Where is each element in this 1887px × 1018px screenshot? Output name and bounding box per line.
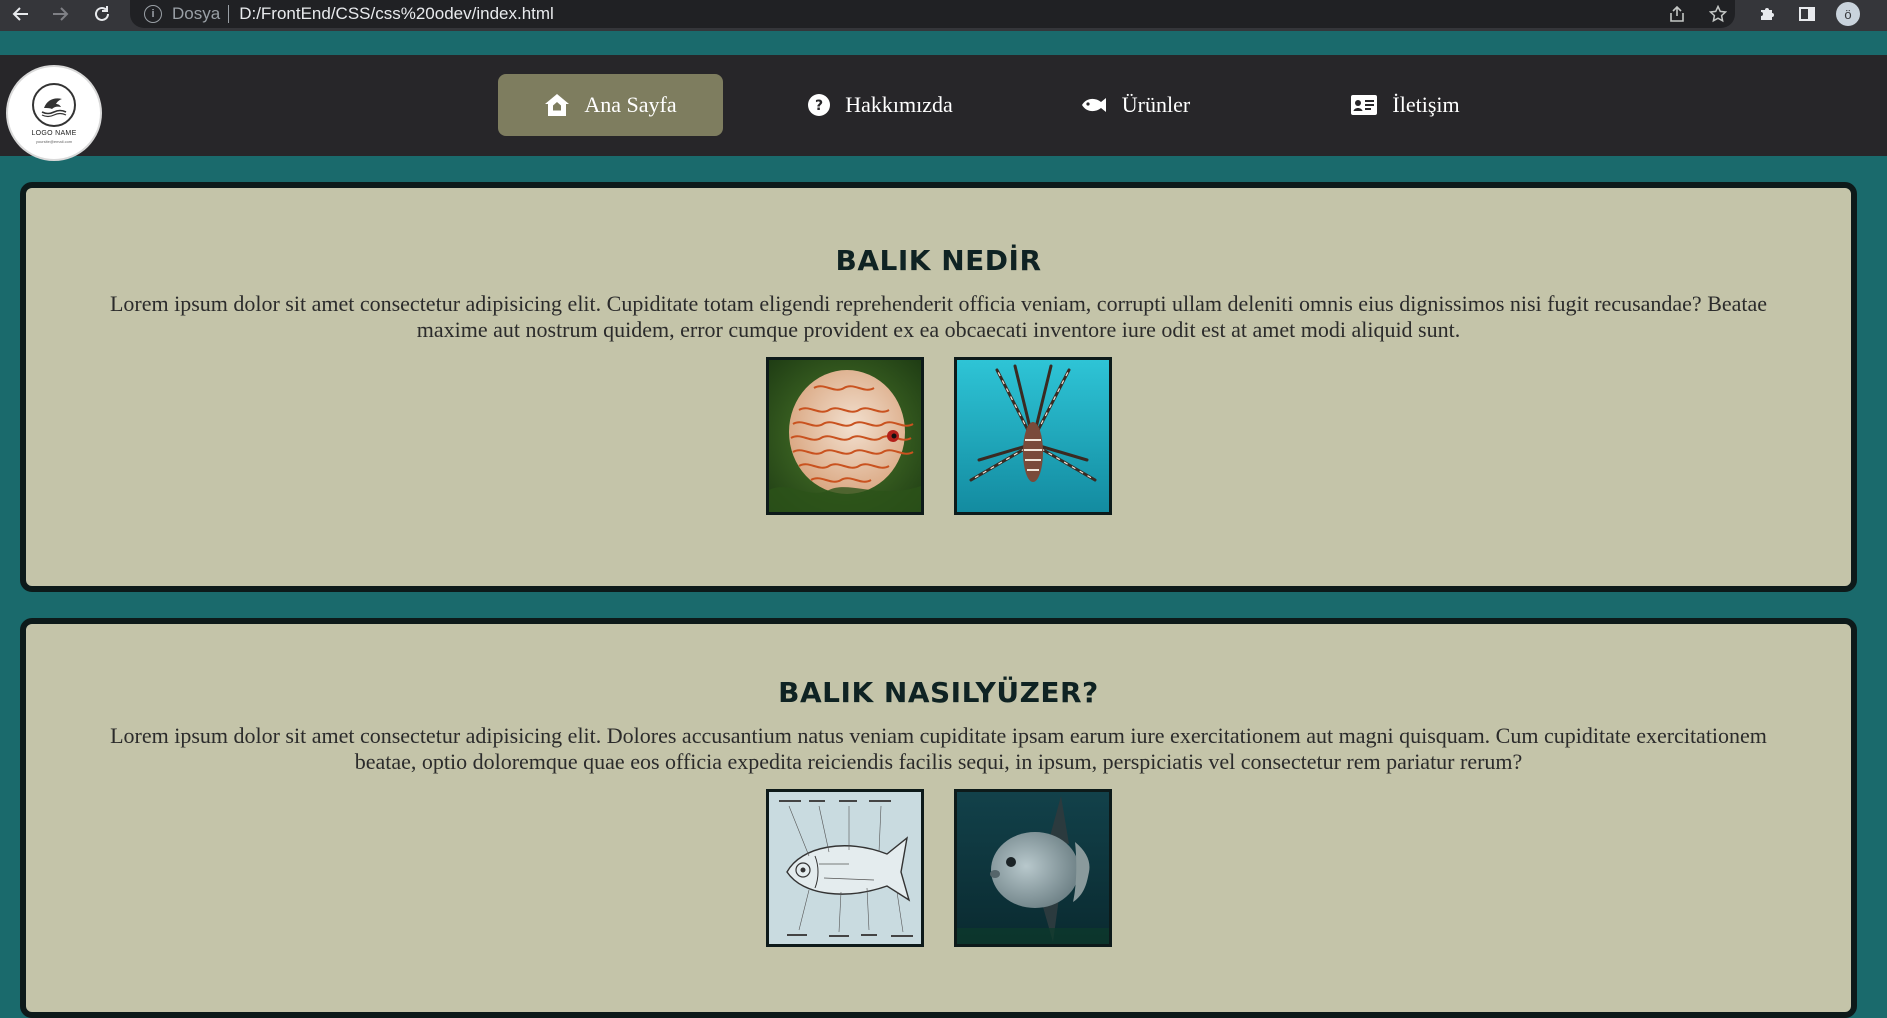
fish-icon [1080,95,1108,115]
profile-avatar[interactable]: ö [1836,2,1860,26]
nav-item-iletisim[interactable]: İletişim [1330,74,1480,136]
back-arrow-icon[interactable] [6,0,36,28]
house-icon [544,93,570,117]
logo-name: LOGO NAME [31,129,77,137]
section-text: Lorem ipsum dolor sit amet consectetur a… [109,291,1768,342]
fish-anatomy-image [765,789,924,947]
site-header: LOGO NAME yoursite@email.com Ana Sayfa ?… [0,55,1887,159]
forward-arrow-icon[interactable] [45,0,75,28]
dolphin-logo-icon [32,82,76,127]
image-row [26,789,1851,947]
nav-item-label: Hakkımızda [845,92,953,117]
nav-item-label: İletişim [1392,92,1460,117]
info-icon[interactable]: i [144,5,162,23]
section-text: Lorem ipsum dolor sit amet consectetur a… [110,723,1767,774]
image-row [26,357,1851,515]
nav-item-label: Ürünler [1121,92,1191,117]
nav-item-urunler[interactable]: Ürünler [1060,74,1210,136]
share-icon[interactable] [1662,0,1692,28]
section-title: BALIK NEDİR [835,244,1042,277]
nav-item-hakkimizda[interactable]: ? Hakkımızda [780,74,980,136]
nav-item-label: Ana Sayfa [584,92,677,117]
site-logo[interactable]: LOGO NAME yoursite@email.com [8,67,100,159]
address-url[interactable]: D:/FrontEnd/CSS/css%20odev/index.html [239,4,554,24]
lionfish-image [953,357,1112,515]
extensions-puzzle-icon[interactable] [1752,0,1782,28]
contact-card-icon [1350,94,1378,116]
section-card: BALIK NEDİR Lorem ipsum dolor sit amet c… [20,182,1857,592]
logo-tagline: yoursite@email.com [35,138,73,144]
address-separator [228,5,230,23]
section-card: BALIK NASILYÜZER? Lorem ipsum dolor sit … [20,618,1857,1018]
reload-icon[interactable] [87,0,117,28]
question-circle-icon: ? [807,93,831,117]
browser-toolbar: i Dosya D:/FrontEnd/CSS/css%20odev/index… [0,0,1887,31]
side-panel-icon[interactable] [1792,0,1822,28]
svg-text:?: ? [815,98,823,114]
bookmark-star-icon[interactable] [1703,0,1733,28]
nav-item-ana-sayfa[interactable]: Ana Sayfa [498,74,723,136]
section-title: BALIK NASILYÜZER? [778,676,1099,709]
address-scheme-label: Dosya [172,4,221,23]
address-bar[interactable]: i Dosya D:/FrontEnd/CSS/css%20odev/index… [130,0,1735,28]
sunfish-image [953,789,1112,947]
discus-fish-image [765,357,924,515]
